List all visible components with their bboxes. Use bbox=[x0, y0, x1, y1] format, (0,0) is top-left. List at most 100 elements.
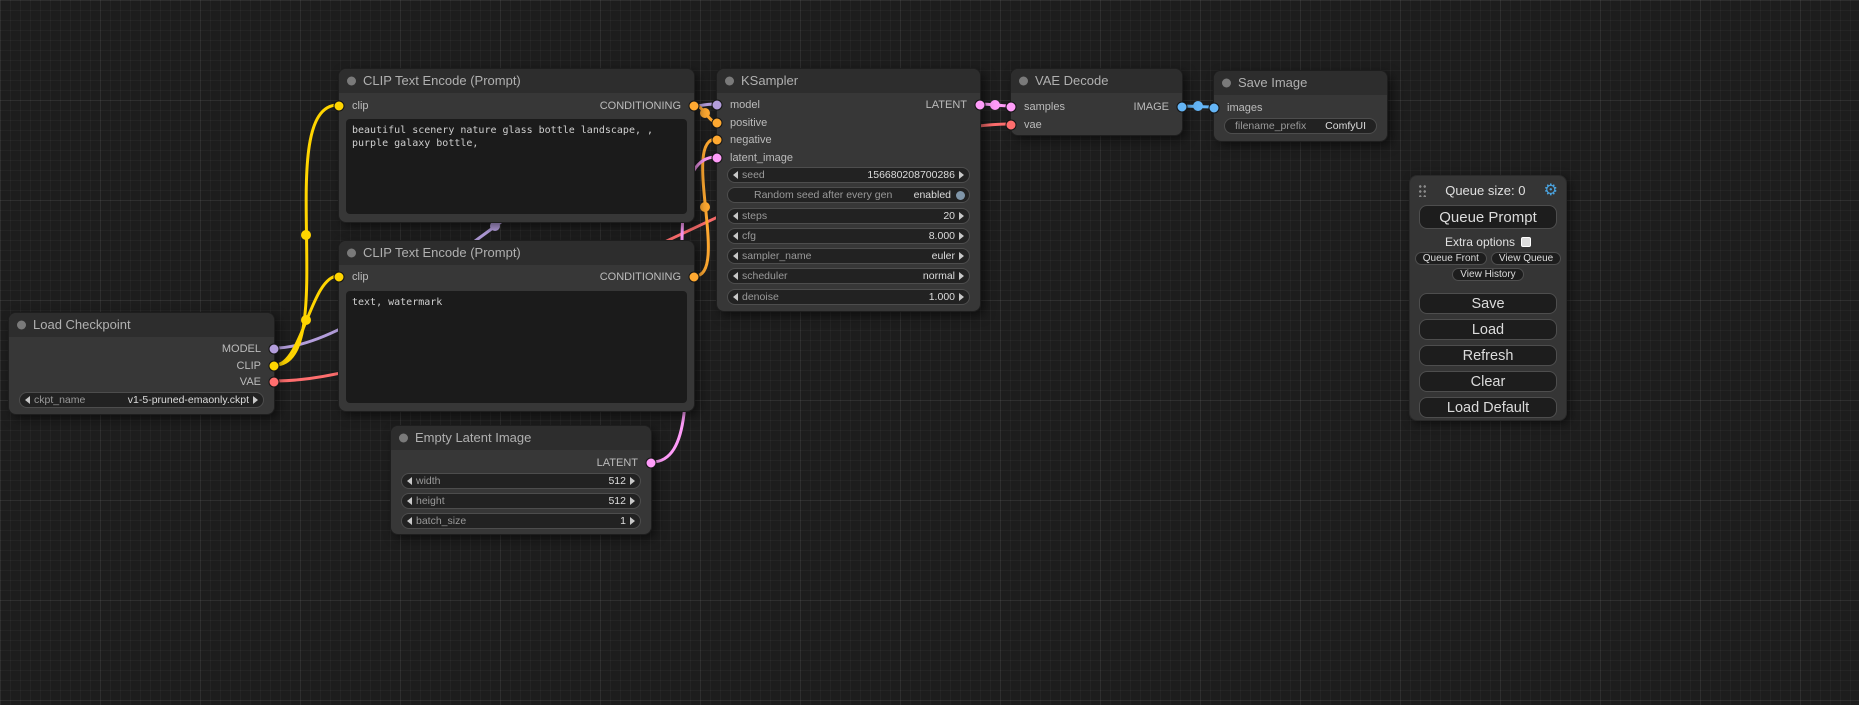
collapse-dot-icon[interactable] bbox=[725, 77, 734, 86]
increment-icon[interactable] bbox=[959, 171, 964, 179]
node-save-image[interactable]: Save Image images filename_prefix ComfyU… bbox=[1213, 70, 1388, 142]
decrement-icon[interactable] bbox=[407, 517, 412, 525]
widget-label: sampler_name bbox=[742, 250, 811, 262]
slot-dot-conditioning[interactable] bbox=[712, 135, 723, 146]
clear-button[interactable]: Clear bbox=[1419, 371, 1557, 392]
link-midpoint-dot bbox=[301, 230, 311, 240]
node-title: CLIP Text Encode (Prompt) bbox=[363, 73, 521, 88]
collapse-dot-icon[interactable] bbox=[347, 77, 356, 86]
widget-scheduler[interactable]: scheduler normal bbox=[727, 268, 970, 284]
increment-icon[interactable] bbox=[630, 477, 635, 485]
node-vae-decode[interactable]: VAE Decode samples vae IMAGE bbox=[1010, 68, 1183, 136]
increment-icon[interactable] bbox=[959, 293, 964, 301]
slot-dot-clip[interactable] bbox=[269, 361, 280, 372]
queue-prompt-button[interactable]: Queue Prompt bbox=[1419, 205, 1557, 229]
output-slot-latent: LATENT bbox=[926, 97, 980, 113]
collapse-dot-icon[interactable] bbox=[399, 434, 408, 443]
decrement-icon[interactable] bbox=[733, 171, 738, 179]
decrement-icon[interactable] bbox=[407, 477, 412, 485]
node-titlebar[interactable]: Save Image bbox=[1214, 71, 1387, 95]
node-title: CLIP Text Encode (Prompt) bbox=[363, 245, 521, 260]
slot-label: samples bbox=[1024, 101, 1065, 113]
node-titlebar[interactable]: CLIP Text Encode (Prompt) bbox=[339, 241, 694, 265]
view-queue-button[interactable]: View Queue bbox=[1491, 252, 1561, 265]
slot-dot-vae[interactable] bbox=[1006, 120, 1017, 131]
slot-dot-conditioning[interactable] bbox=[689, 272, 700, 283]
node-clip-text-encode-positive[interactable]: CLIP Text Encode (Prompt) clip CONDITION… bbox=[338, 68, 695, 223]
increment-icon[interactable] bbox=[959, 232, 964, 240]
slot-dot-clip[interactable] bbox=[334, 101, 345, 112]
widget-steps[interactable]: steps 20 bbox=[727, 208, 970, 224]
save-button[interactable]: Save bbox=[1419, 293, 1557, 314]
node-graph-canvas[interactable]: { "colors": { "model": "#B39DDB", "clip"… bbox=[0, 0, 1859, 705]
node-titlebar[interactable]: Load Checkpoint bbox=[9, 313, 274, 337]
widget-value: 1.000 bbox=[929, 291, 955, 303]
slot-dot-conditioning[interactable] bbox=[712, 118, 723, 129]
combo-prev-icon[interactable] bbox=[733, 272, 738, 280]
increment-icon[interactable] bbox=[630, 497, 635, 505]
collapse-dot-icon[interactable] bbox=[17, 321, 26, 330]
node-empty-latent-image[interactable]: Empty Latent Image LATENT width 512 heig… bbox=[390, 425, 652, 535]
combo-next-icon[interactable] bbox=[959, 272, 964, 280]
widget-batch-size[interactable]: batch_size 1 bbox=[401, 513, 641, 529]
increment-icon[interactable] bbox=[959, 212, 964, 220]
slot-dot-model[interactable] bbox=[712, 100, 723, 111]
slot-dot-clip[interactable] bbox=[334, 272, 345, 283]
prompt-textarea[interactable]: beautiful scenery nature glass bottle la… bbox=[346, 119, 687, 214]
widget-height[interactable]: height 512 bbox=[401, 493, 641, 509]
increment-icon[interactable] bbox=[630, 517, 635, 525]
widget-random-seed-toggle[interactable]: Random seed after every gen enabled bbox=[727, 187, 970, 203]
slot-dot-image[interactable] bbox=[1209, 103, 1220, 114]
widget-width[interactable]: width 512 bbox=[401, 473, 641, 489]
slot-label: latent_image bbox=[730, 152, 793, 164]
widget-seed[interactable]: seed 156680208700286 bbox=[727, 167, 970, 183]
slot-dot-latent[interactable] bbox=[712, 153, 723, 164]
node-titlebar[interactable]: VAE Decode bbox=[1011, 69, 1182, 93]
decrement-icon[interactable] bbox=[733, 232, 738, 240]
view-history-button[interactable]: View History bbox=[1452, 268, 1523, 281]
extra-options-checkbox[interactable] bbox=[1521, 237, 1531, 247]
collapse-dot-icon[interactable] bbox=[1222, 79, 1231, 88]
slot-dot-image[interactable] bbox=[1177, 102, 1188, 113]
widget-label: denoise bbox=[742, 291, 779, 303]
decrement-icon[interactable] bbox=[407, 497, 412, 505]
widget-sampler-name[interactable]: sampler_name euler bbox=[727, 248, 970, 264]
node-titlebar[interactable]: Empty Latent Image bbox=[391, 426, 651, 450]
decrement-icon[interactable] bbox=[733, 212, 738, 220]
widget-filename-prefix[interactable]: filename_prefix ComfyUI bbox=[1224, 118, 1377, 134]
node-title: KSampler bbox=[741, 73, 798, 88]
node-titlebar[interactable]: CLIP Text Encode (Prompt) bbox=[339, 69, 694, 93]
load-default-button[interactable]: Load Default bbox=[1419, 397, 1557, 418]
prompt-textarea[interactable]: text, watermark bbox=[346, 291, 687, 403]
node-clip-text-encode-negative[interactable]: CLIP Text Encode (Prompt) clip CONDITION… bbox=[338, 240, 695, 412]
load-button[interactable]: Load bbox=[1419, 319, 1557, 340]
slot-dot-vae[interactable] bbox=[269, 377, 280, 388]
node-titlebar[interactable]: KSampler bbox=[717, 69, 980, 93]
decrement-icon[interactable] bbox=[733, 293, 738, 301]
collapse-dot-icon[interactable] bbox=[347, 249, 356, 258]
node-load-checkpoint[interactable]: Load Checkpoint MODEL CLIP VAE ckpt_name… bbox=[8, 312, 275, 415]
slot-dot-latent[interactable] bbox=[1006, 102, 1017, 113]
combo-prev-icon[interactable] bbox=[25, 396, 30, 404]
slot-dot-latent[interactable] bbox=[646, 458, 657, 469]
collapse-dot-icon[interactable] bbox=[1019, 77, 1028, 86]
combo-next-icon[interactable] bbox=[253, 396, 258, 404]
slot-dot-latent[interactable] bbox=[975, 100, 986, 111]
widget-denoise[interactable]: denoise 1.000 bbox=[727, 289, 970, 305]
widget-cfg[interactable]: cfg 8.000 bbox=[727, 228, 970, 244]
drag-handle-icon[interactable] bbox=[1418, 183, 1427, 197]
node-ksampler[interactable]: KSampler model positive negative latent_… bbox=[716, 68, 981, 312]
toggle-indicator-icon[interactable] bbox=[956, 191, 965, 200]
refresh-button[interactable]: Refresh bbox=[1419, 345, 1557, 366]
combo-next-icon[interactable] bbox=[959, 252, 964, 260]
widget-value: 512 bbox=[608, 475, 626, 487]
output-slot-clip: CLIP bbox=[237, 358, 274, 374]
input-slot-clip: clip bbox=[339, 98, 369, 114]
queue-front-button[interactable]: Queue Front bbox=[1415, 252, 1487, 265]
combo-prev-icon[interactable] bbox=[733, 252, 738, 260]
slot-dot-conditioning[interactable] bbox=[689, 101, 700, 112]
slot-dot-model[interactable] bbox=[269, 344, 280, 355]
settings-gear-icon[interactable]: ⚙ bbox=[1544, 182, 1558, 198]
widget-ckpt-name[interactable]: ckpt_name v1-5-pruned-emaonly.ckpt bbox=[19, 392, 264, 408]
slot-label: CONDITIONING bbox=[600, 271, 681, 283]
